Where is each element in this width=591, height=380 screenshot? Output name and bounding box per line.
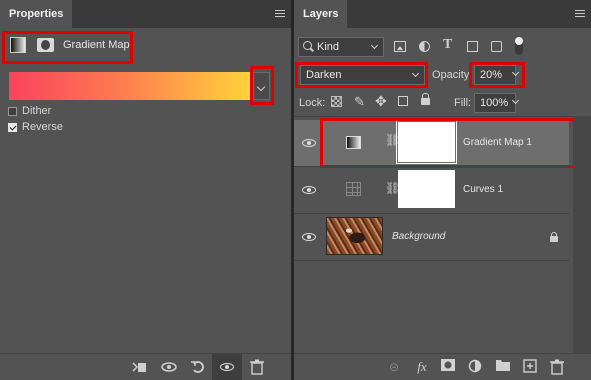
add-mask-icon[interactable] [440,359,456,375]
curves-layer-icon [346,182,361,196]
filter-kind-value: Kind [317,41,340,53]
panel-menu-icon[interactable] [275,10,285,18]
eye-icon [220,360,234,374]
reverse-label: Reverse [22,121,63,133]
filter-shape-icon[interactable] [467,41,478,52]
tab-properties[interactable]: Properties [0,0,73,28]
highlight-blend-mode [295,62,428,88]
clip-to-layer-icon[interactable] [131,359,147,375]
highlight-gradient-dropdown [250,66,274,105]
lock-artboard-icon[interactable] [398,96,408,106]
lock-icon [550,232,558,242]
trash-icon[interactable] [549,359,565,375]
properties-panel: Properties Gradient Map Dither Reverse [0,0,291,380]
chevron-down-icon [511,96,520,105]
filter-toggle-switch[interactable] [515,37,523,55]
properties-tabbar: Properties [0,0,291,28]
filter-pixel-icon[interactable] [394,41,406,52]
lock-image-pixels-icon[interactable]: ✎ [354,94,365,110]
highlight-adjustment-header [2,31,133,64]
layer-mask-thumbnail[interactable] [398,170,455,208]
view-previous-state-icon[interactable] [160,359,177,375]
layer-style-fx-icon[interactable]: fx [414,359,430,375]
layers-scrollbar[interactable] [573,116,591,354]
filter-kind-select[interactable]: Kind [298,37,384,57]
new-group-folder-icon[interactable] [495,359,511,375]
highlight-gradient-map-layer [320,118,576,168]
search-icon-handle [310,47,314,52]
tab-layers[interactable]: Layers [294,0,348,28]
new-adjustment-layer-icon[interactable] [467,359,483,375]
lock-position-icon[interactable]: ✥ [375,93,387,110]
fill-label: Fill: [454,97,472,109]
dither-label: Dither [22,105,52,117]
row-divider [294,260,569,261]
visibility-toggle-button[interactable] [212,354,242,380]
layers-panel: Layers Kind T Darken Opacity: 20% Lock: … [294,0,591,380]
layers-bottom-bar: ⊝ fx [294,353,591,380]
background-photo-thumbnail[interactable] [326,217,383,255]
filter-type-icon[interactable]: T [443,37,452,53]
link-layers-icon[interactable]: ⊝ [386,359,402,375]
lock-transparent-pixels-icon[interactable] [331,96,342,107]
layer-name: Curves 1 [463,184,504,195]
lock-all-icon[interactable] [421,93,430,105]
trash-icon[interactable] [249,359,265,375]
layers-tabbar: Layers [294,0,591,28]
opacity-label: Opacity: [432,69,473,81]
fill-dropdown-button[interactable] [510,93,522,113]
layer-row-background[interactable]: Background [294,214,569,260]
fill-value: 100% [480,97,509,109]
panel-menu-icon[interactable] [575,10,585,18]
highlight-opacity [469,62,525,88]
eye-icon[interactable] [302,136,316,150]
eye-icon[interactable] [302,230,316,244]
layer-row-curves[interactable]: ⛓ Curves 1 [294,167,569,213]
chevron-down-icon [370,41,379,50]
reset-adjustment-icon[interactable] [190,359,206,375]
filter-adjustment-icon[interactable] [419,41,430,52]
dither-checkbox[interactable] [8,107,17,116]
divider [294,116,591,117]
new-layer-icon[interactable] [522,359,538,375]
lock-label: Lock: [299,97,326,109]
properties-bottom-bar [0,353,291,380]
eye-icon[interactable] [302,183,316,197]
reverse-checkbox[interactable] [8,123,17,132]
layer-name: Background [392,231,446,242]
filter-smart-object-icon[interactable] [491,41,502,52]
gradient-preview-bar[interactable] [9,72,252,100]
